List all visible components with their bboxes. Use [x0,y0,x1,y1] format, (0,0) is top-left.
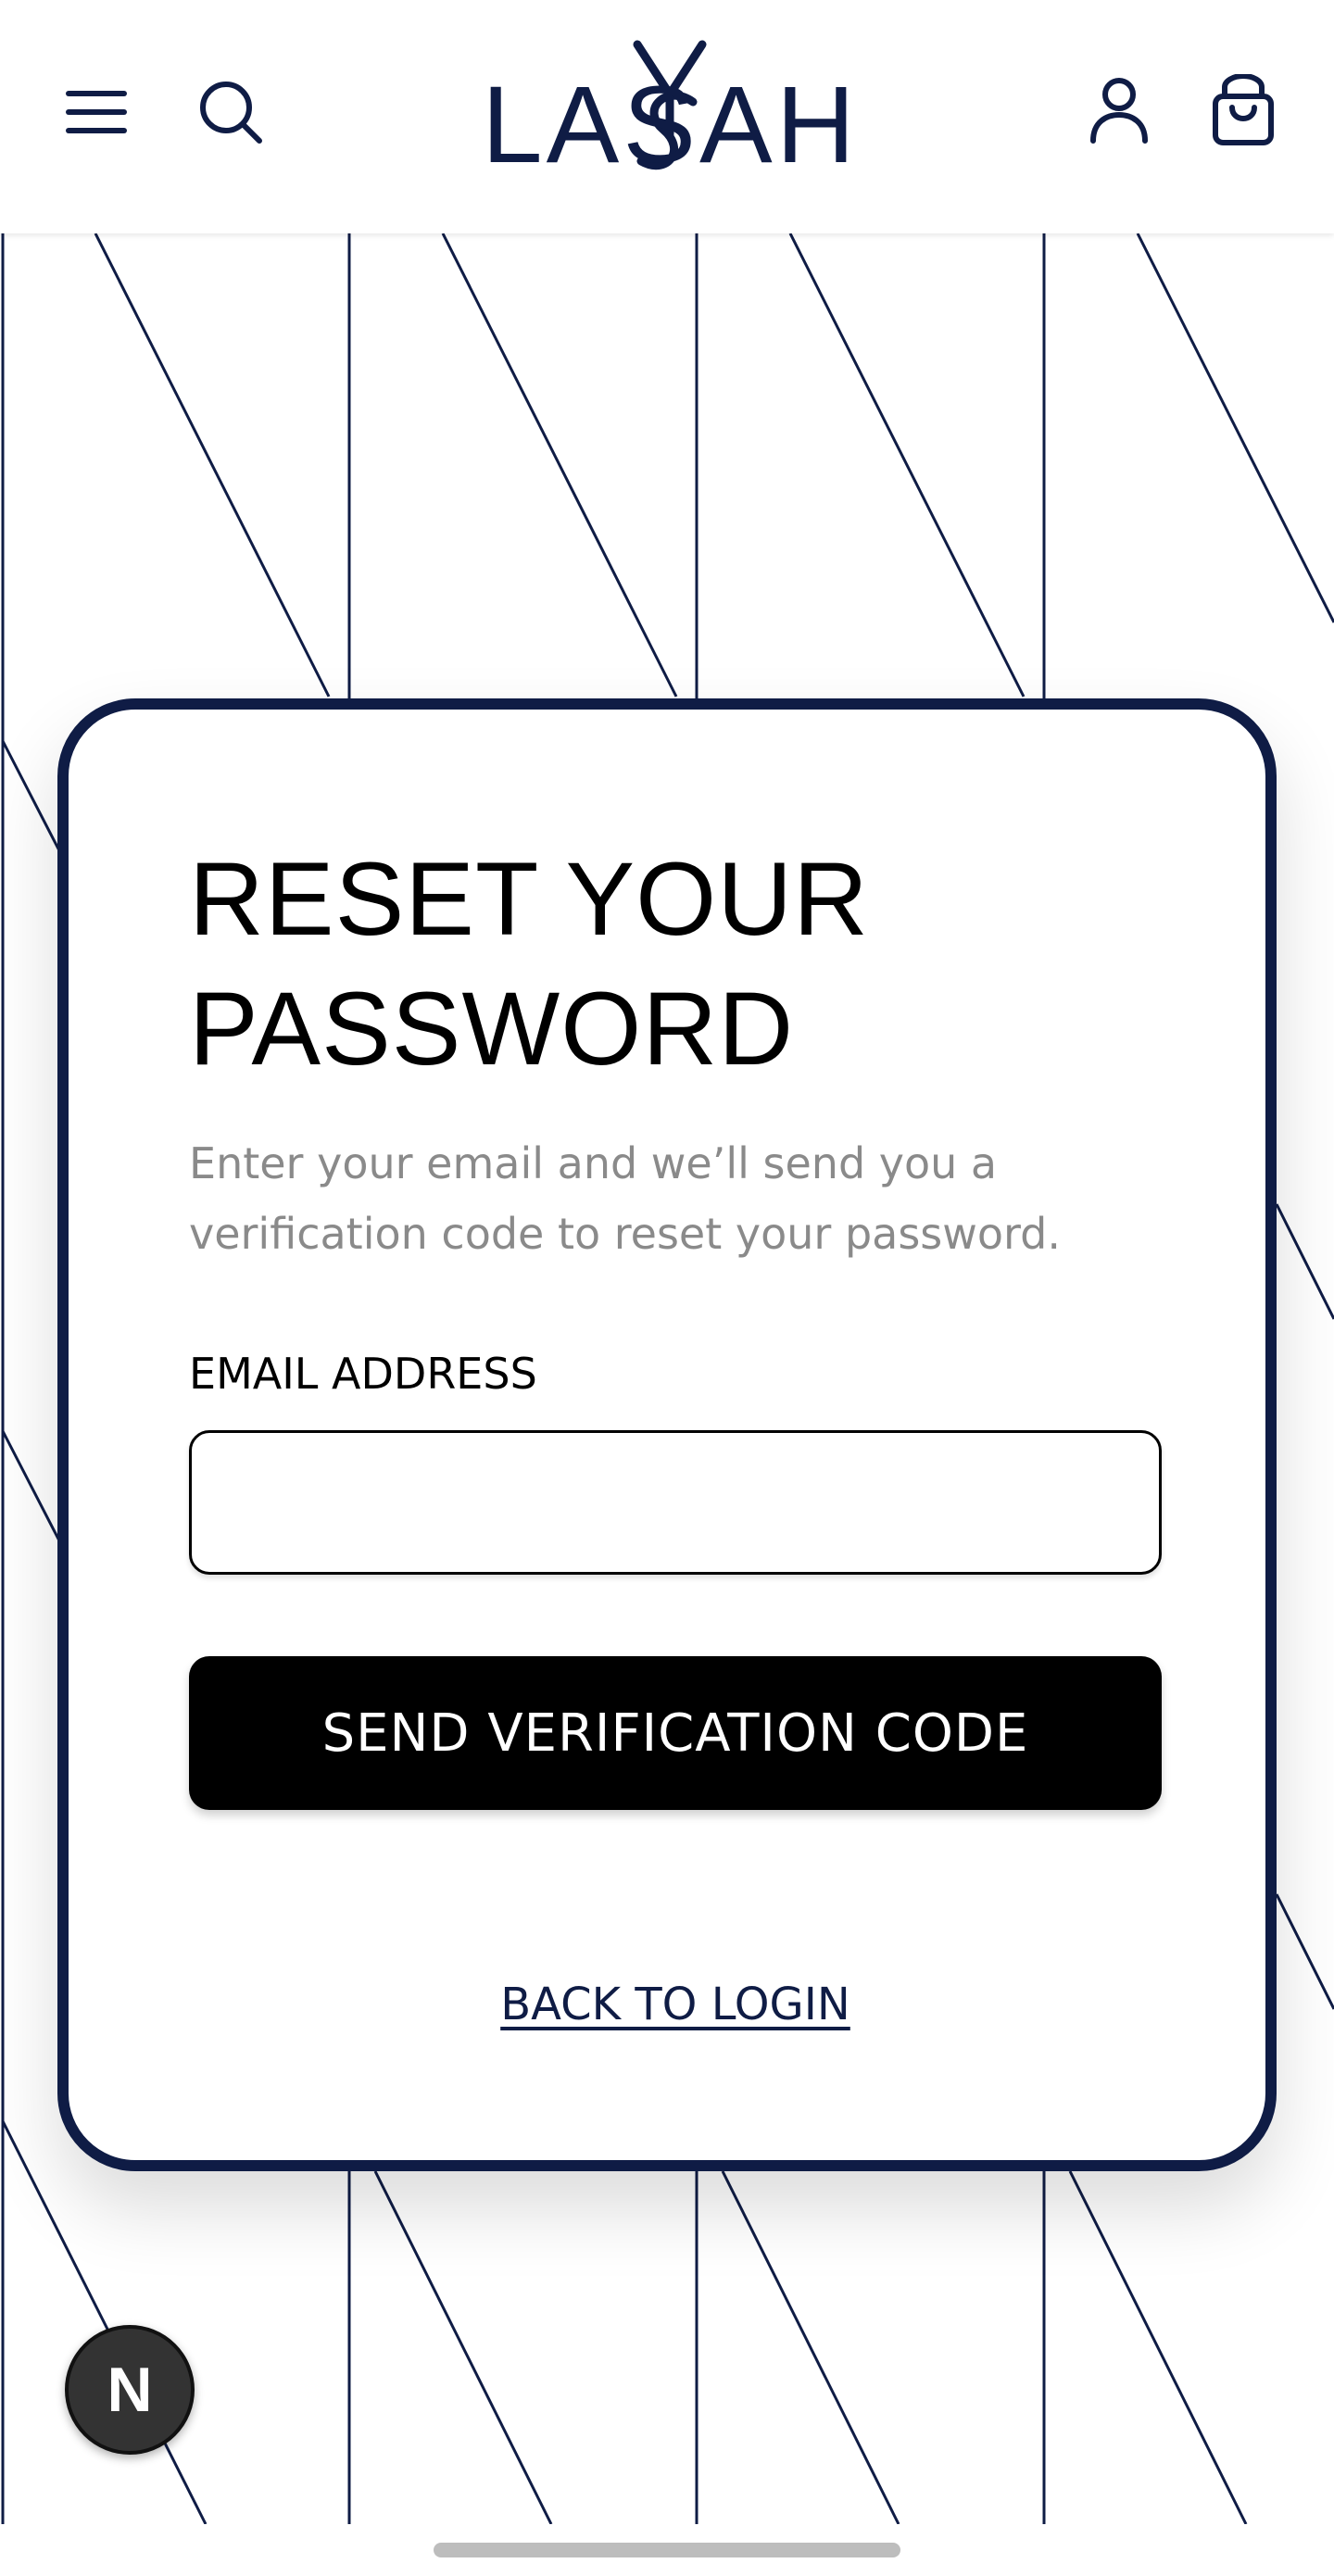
search-icon [200,82,262,144]
brand-logo[interactable]: LASAH [482,37,859,186]
email-field[interactable] [189,1430,1162,1575]
fab-label: N [107,2355,153,2425]
hamburger-menu-icon [66,91,127,133]
email-label: EMAIL ADDRESS [189,1349,537,1399]
shopping-bag-icon [1213,74,1274,145]
home-indicator [434,2543,900,2557]
instructions-text: Enter your email and we’ll send you a ve… [189,1138,1061,1259]
brand-wordmark: LASAH [482,64,859,186]
cart-button[interactable] [1210,74,1277,148]
user-icon [1090,78,1148,144]
send-verification-code-button[interactable]: SEND VERIFICATION CODE [189,1656,1162,1810]
site-header: LASAH [0,0,1334,233]
search-button[interactable] [195,76,267,148]
menu-button[interactable] [63,79,130,145]
framework-dev-badge[interactable]: N [65,2325,195,2455]
account-button[interactable] [1086,74,1152,148]
back-to-login-link[interactable]: BACK TO LOGIN [189,1979,1162,2030]
page-title: RESET YOUR PASSWORD [189,841,870,1087]
reset-password-card: RESET YOUR PASSWORD Enter your email and… [57,698,1277,2171]
